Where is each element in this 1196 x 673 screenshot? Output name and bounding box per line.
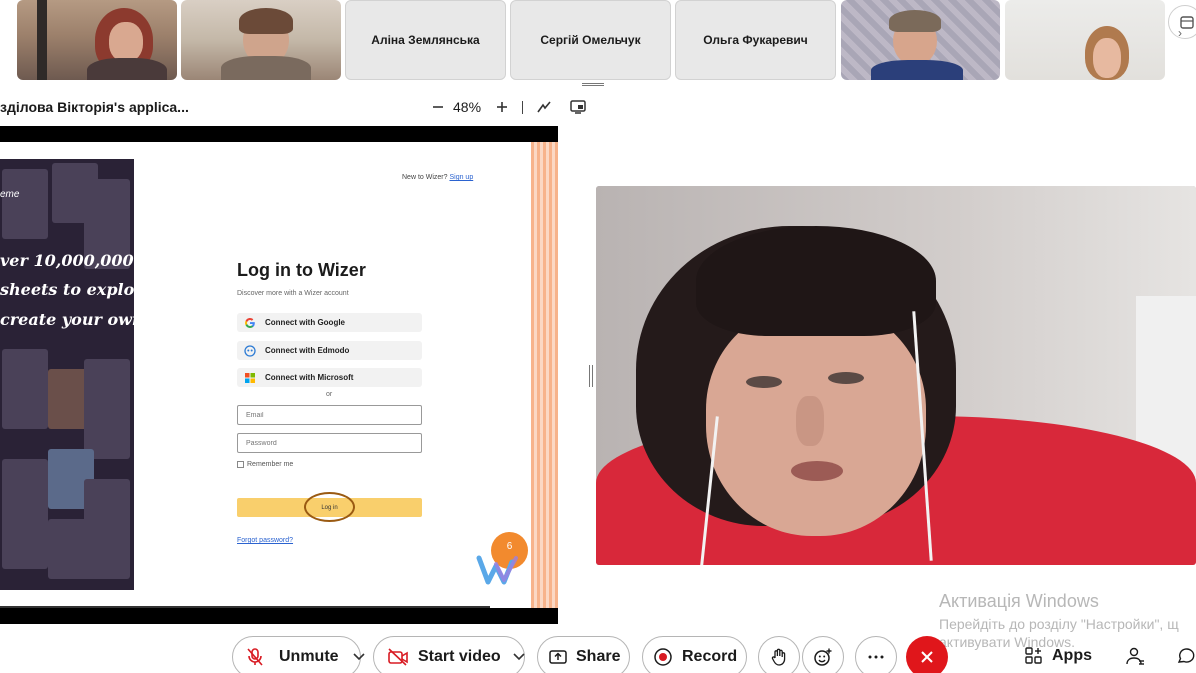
more-icon (866, 654, 886, 660)
participant-strip: Аліна Землянська Сергій Омельчук Ольга Ф… (0, 0, 1196, 82)
raise-hand-icon (769, 647, 789, 667)
more-options-button[interactable] (855, 636, 897, 673)
active-speaker-video[interactable] (596, 186, 1196, 565)
new-to-wizer-text: New to Wizer? (402, 174, 448, 181)
hero-line: ver 10,000,000 (0, 251, 134, 270)
apps-label: Apps (1052, 647, 1092, 664)
shared-screen[interactable]: eme ver 10,000,000 sheets to explore cre… (0, 126, 558, 624)
panel-resize-handle[interactable] (589, 365, 593, 387)
start-video-label: Start video (418, 648, 501, 665)
hero-line: create your own (0, 310, 134, 329)
connect-edmodo-label: Connect with Edmodo (265, 346, 350, 355)
share-toolbar: здiлова Вiкторiя's applica... 48% (0, 92, 600, 122)
share-button[interactable]: Share (537, 636, 630, 673)
password-field[interactable] (237, 433, 422, 453)
checkbox-icon (237, 461, 244, 468)
chevron-down-icon[interactable] (352, 653, 365, 661)
google-icon (244, 317, 256, 329)
page-bottom-line (0, 606, 490, 608)
wizer-logo-icon (476, 555, 518, 585)
record-label: Record (682, 648, 738, 665)
participant-name: Ольга Фукаревич (703, 33, 808, 47)
zoom-level: 48% (453, 99, 482, 115)
annotation-circle (304, 492, 355, 522)
zoom-out-button[interactable] (429, 96, 447, 118)
participant-name-tile[interactable]: Сергій Омельчук (510, 0, 671, 80)
participant-name: Сергій Омельчук (540, 33, 641, 47)
sign-up-link[interactable]: Sign up (449, 174, 473, 181)
remember-me-label: Remember me (247, 461, 294, 468)
decorative-stripe (531, 142, 558, 608)
wizer-login-page: eme ver 10,000,000 sheets to explore cre… (0, 142, 558, 608)
fit-screen-icon[interactable] (568, 96, 588, 118)
chevron-right-icon[interactable]: › (1178, 26, 1182, 40)
participant-video-tile[interactable] (841, 0, 1000, 80)
reactions-button[interactable] (802, 636, 844, 673)
wizer-hero-panel: eme ver 10,000,000 sheets to explore cre… (0, 159, 134, 590)
hero-line: sheets to explore (0, 280, 134, 299)
mic-muted-icon (245, 647, 265, 667)
record-button[interactable]: Record (642, 636, 747, 673)
connect-google-label: Connect with Google (265, 318, 345, 327)
chevron-down-icon[interactable] (513, 653, 525, 661)
login-subtitle: Discover more with a Wizer account (237, 290, 349, 297)
remember-me-checkbox[interactable]: Remember me (237, 461, 293, 468)
annotate-icon[interactable] (535, 96, 553, 118)
participant-video-tile[interactable] (1005, 0, 1165, 80)
participant-name-tile[interactable]: Ольга Фукаревич (675, 0, 836, 80)
email-field[interactable] (237, 405, 422, 425)
shared-app-title: здiлова Вiкторiя's applica... (0, 99, 189, 115)
meeting-window: Аліна Землянська Сергій Омельчук Ольга Ф… (0, 0, 1196, 673)
participant-video-tile[interactable] (181, 0, 341, 80)
toolbar-divider (522, 101, 523, 114)
participant-name: Аліна Землянська (371, 33, 480, 47)
calendar-icon[interactable] (1168, 5, 1196, 39)
share-screen-icon (548, 648, 568, 666)
participants-icon[interactable] (1125, 646, 1145, 666)
forgot-password-link[interactable]: Forgot password? (237, 537, 293, 544)
share-label: Share (576, 648, 621, 665)
windows-activation-watermark: Активація Windows Перейдіть до розділу "… (939, 591, 1179, 650)
raise-hand-button[interactable] (758, 636, 800, 673)
emoji-icon (813, 647, 833, 667)
apps-button[interactable]: Apps (1024, 646, 1092, 666)
unmute-button[interactable]: Unmute (232, 636, 365, 673)
edmodo-icon (244, 344, 256, 357)
participant-name-tile[interactable]: Аліна Землянська (345, 0, 506, 80)
connect-google-button[interactable]: Connect with Google (237, 313, 422, 332)
apps-icon (1024, 646, 1044, 666)
zoom-in-button[interactable] (493, 96, 511, 118)
chat-icon[interactable] (1176, 646, 1196, 666)
login-title: Log in to Wizer (237, 260, 366, 280)
wizer-logo-fragment: eme (0, 189, 20, 200)
leave-meeting-button[interactable] (906, 636, 948, 673)
participant-video-tile[interactable] (17, 0, 177, 80)
record-icon (653, 647, 673, 667)
signup-prompt: New to Wizer? Sign up (402, 174, 473, 181)
unmute-label: Unmute (279, 648, 339, 665)
connect-edmodo-button[interactable]: Connect with Edmodo (237, 341, 422, 360)
start-video-button[interactable]: Start video (373, 636, 525, 673)
activation-line: Перейдіть до розділу "Настройки", щ (939, 616, 1179, 632)
or-separator: or (326, 391, 333, 398)
activation-title: Активація Windows (939, 591, 1099, 611)
microsoft-icon (244, 372, 256, 384)
strip-resize-handle[interactable] (582, 83, 604, 86)
connect-microsoft-label: Connect with Microsoft (265, 373, 354, 382)
connect-microsoft-button[interactable]: Connect with Microsoft (237, 368, 422, 387)
close-icon (919, 649, 935, 665)
video-off-icon (387, 647, 409, 667)
